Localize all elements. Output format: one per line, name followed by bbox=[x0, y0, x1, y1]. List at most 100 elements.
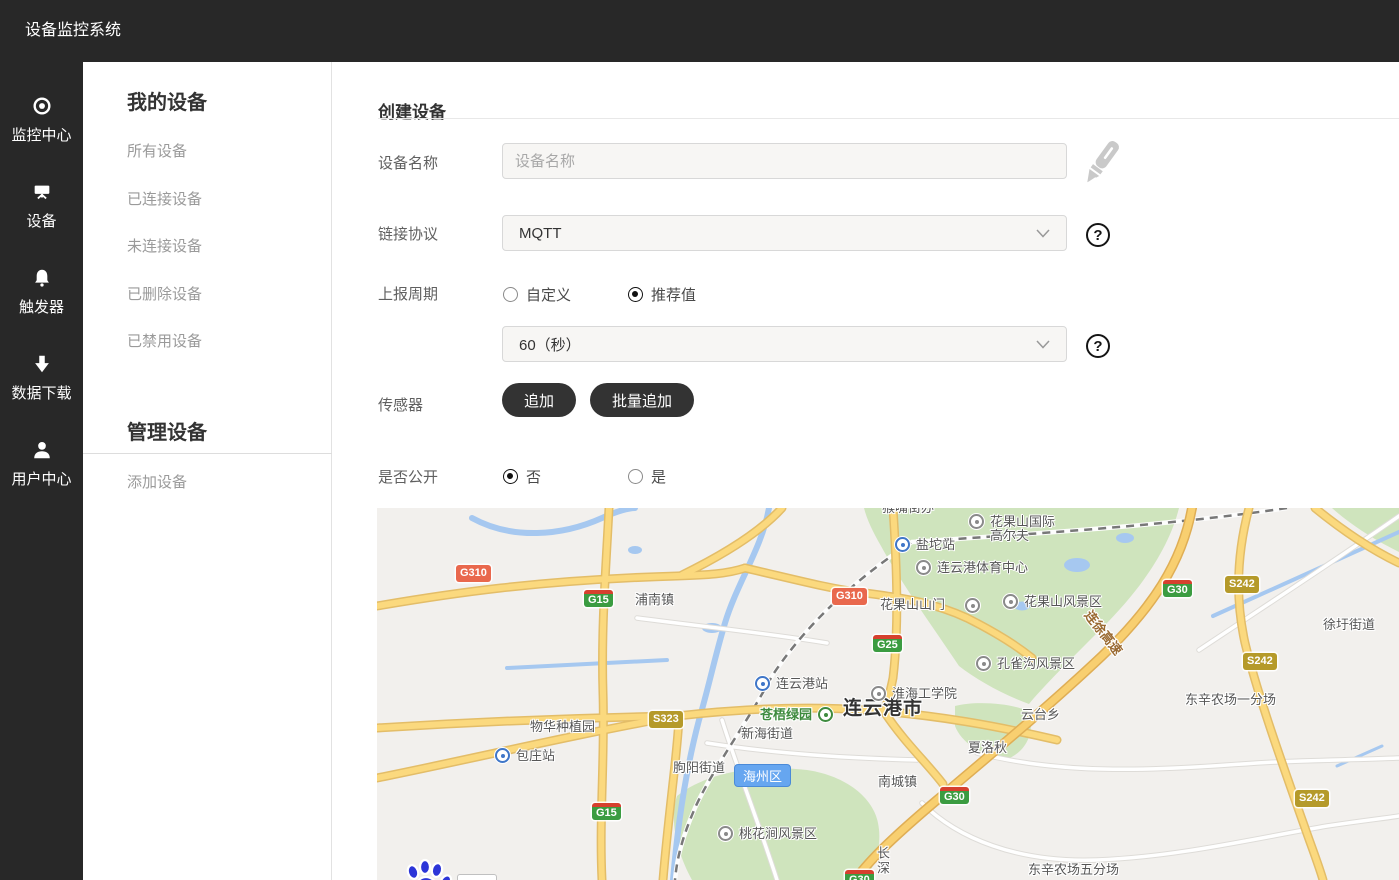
road-shield: S242 bbox=[1295, 790, 1329, 807]
map-label: 浦南镇 bbox=[635, 593, 674, 607]
road-shield: S323 bbox=[649, 711, 683, 728]
scenic-icon bbox=[1003, 594, 1018, 609]
map-label: 徐圩街道 bbox=[1323, 618, 1375, 632]
stadium-icon bbox=[916, 560, 931, 575]
radio-label: 自定义 bbox=[526, 284, 571, 305]
nav-item-label: 用户中心 bbox=[11, 468, 71, 489]
map-label: 朐阳街道 bbox=[673, 761, 725, 775]
interval-help-icon[interactable]: ? bbox=[1086, 334, 1110, 358]
title-divider bbox=[378, 118, 1399, 119]
road-shield: G15 bbox=[592, 803, 621, 820]
school-icon bbox=[871, 686, 886, 701]
sidebar-section-title: 管理设备 bbox=[127, 416, 207, 445]
nav-item-devices[interactable]: 设备 bbox=[0, 162, 83, 248]
radio-icon bbox=[503, 469, 518, 484]
scenic-icon bbox=[976, 656, 991, 671]
map-poi-label: 花果山国际高尔夫 bbox=[990, 515, 1055, 543]
left-nav: 监控中心设备触发器数据下载用户中心 bbox=[0, 62, 83, 880]
map-label: 云台乡 bbox=[1021, 708, 1060, 722]
nav-item-monitor-center[interactable]: 监控中心 bbox=[0, 76, 83, 162]
train-station-icon bbox=[895, 537, 910, 552]
nav-item-user-center[interactable]: 用户中心 bbox=[0, 420, 83, 506]
road-shield: G15 bbox=[584, 590, 613, 607]
device-sidebar: 我的设备所有设备已连接设备未连接设备已删除设备已禁用设备管理设备添加设备 bbox=[83, 62, 332, 880]
map-poi-label: 花果山风景区 bbox=[1024, 595, 1102, 609]
road-shield: G310 bbox=[456, 565, 491, 582]
sidebar-item[interactable]: 未连接设备 bbox=[127, 235, 202, 256]
device-name-label: 设备名称 bbox=[378, 152, 438, 173]
pencil-icon bbox=[1080, 136, 1124, 199]
map-poi: 桃花涧风景区 bbox=[718, 826, 817, 841]
radio-report-cycle-1[interactable]: 推荐值 bbox=[628, 284, 696, 305]
nav-item-label: 监控中心 bbox=[11, 124, 71, 145]
nav-item-label: 触发器 bbox=[19, 296, 64, 317]
map-label: 物华种植园 bbox=[530, 720, 595, 734]
map-poi: 包庄站 bbox=[495, 748, 555, 763]
device-name-input[interactable] bbox=[502, 143, 1067, 179]
radio-label: 是 bbox=[651, 466, 666, 487]
map-poi-label: 连云港站 bbox=[776, 677, 828, 691]
district-badge: 海州区 bbox=[734, 764, 791, 787]
app-root: 设备监控系统 监控中心设备触发器数据下载用户中心 我的设备所有设备已连接设备未连… bbox=[0, 0, 1399, 880]
sidebar-item[interactable]: 添加设备 bbox=[127, 471, 187, 492]
map-poi: 孔雀沟风景区 bbox=[976, 656, 1075, 671]
map-poi: 花果山风景区 bbox=[1003, 594, 1102, 609]
road-shield: S242 bbox=[1243, 653, 1277, 670]
map-poi: 连云港体育中心 bbox=[916, 560, 1028, 575]
app-title: 设备监控系统 bbox=[25, 0, 121, 62]
protocol-label: 链接协议 bbox=[378, 223, 438, 244]
map-overlays: G310G15G310G25G30S242S242S242S323G15G30G… bbox=[377, 508, 1399, 880]
map-copyright-box bbox=[457, 874, 497, 880]
sidebar-item[interactable]: 已删除设备 bbox=[127, 283, 202, 304]
interval-select[interactable]: 60（秒） bbox=[502, 326, 1067, 362]
map-poi: 盐坨站 bbox=[895, 537, 955, 552]
map-poi-label: 包庄站 bbox=[516, 749, 555, 763]
tree-icon bbox=[818, 707, 833, 722]
person-icon bbox=[30, 438, 54, 462]
protocol-help-icon[interactable]: ? bbox=[1086, 223, 1110, 247]
train-station-icon bbox=[755, 676, 770, 691]
nav-item-label: 设备 bbox=[26, 210, 56, 231]
sensor-button-append[interactable]: 追加 bbox=[502, 383, 576, 417]
interval-select-value: 60（秒） bbox=[519, 334, 581, 355]
map-poi-label: 孔雀沟风景区 bbox=[997, 657, 1075, 671]
is-public-label: 是否公开 bbox=[378, 466, 438, 487]
sidebar-item[interactable]: 已连接设备 bbox=[127, 188, 202, 209]
radio-is-public-1[interactable]: 是 bbox=[628, 466, 666, 487]
radio-icon bbox=[503, 287, 518, 302]
map-poi bbox=[965, 598, 980, 613]
main-content: 创建设备 设备名称 链接协议 MQTT ? bbox=[332, 62, 1399, 880]
radio-label: 否 bbox=[526, 466, 541, 487]
map-label: 苍梧绿园 bbox=[760, 708, 812, 722]
nav-item-data-download[interactable]: 数据下载 bbox=[0, 334, 83, 420]
protocol-select[interactable]: MQTT bbox=[502, 215, 1067, 251]
download-arrow-icon bbox=[30, 352, 54, 376]
road-shield: G30 bbox=[1163, 580, 1192, 597]
chevron-down-icon bbox=[1036, 225, 1050, 242]
baidu-map[interactable]: G310G15G310G25G30S242S242S242S323G15G30G… bbox=[377, 508, 1399, 880]
radio-icon bbox=[628, 287, 643, 302]
nav-item-triggers[interactable]: 触发器 bbox=[0, 248, 83, 334]
map-poi-label: 盐坨站 bbox=[916, 538, 955, 552]
map-label: 南城镇 bbox=[878, 775, 917, 789]
map-poi: 连云港站 bbox=[755, 676, 828, 691]
road-shield: G30 bbox=[845, 870, 874, 880]
page-title: 创建设备 bbox=[378, 98, 446, 123]
map-label: 东辛农场一分场 bbox=[1185, 693, 1276, 707]
radio-label: 推荐值 bbox=[651, 284, 696, 305]
map-poi-label: 连云港体育中心 bbox=[937, 561, 1028, 575]
map-poi-label: 桃花涧风景区 bbox=[739, 827, 817, 841]
road-shield: S242 bbox=[1225, 576, 1259, 593]
nav-item-label: 数据下载 bbox=[11, 382, 71, 403]
road-shield: G25 bbox=[873, 635, 902, 652]
train-station-icon bbox=[495, 748, 510, 763]
sensor-label: 传感器 bbox=[378, 394, 423, 415]
road-shield: G30 bbox=[940, 787, 969, 804]
sensor-button-batch-append[interactable]: 批量追加 bbox=[590, 383, 694, 417]
radio-is-public-0[interactable]: 否 bbox=[503, 466, 541, 487]
sidebar-item[interactable]: 已禁用设备 bbox=[127, 330, 202, 351]
sidebar-item[interactable]: 所有设备 bbox=[127, 140, 187, 161]
golf-icon bbox=[969, 514, 984, 529]
radio-report-cycle-0[interactable]: 自定义 bbox=[503, 284, 571, 305]
map-poi bbox=[818, 707, 833, 722]
